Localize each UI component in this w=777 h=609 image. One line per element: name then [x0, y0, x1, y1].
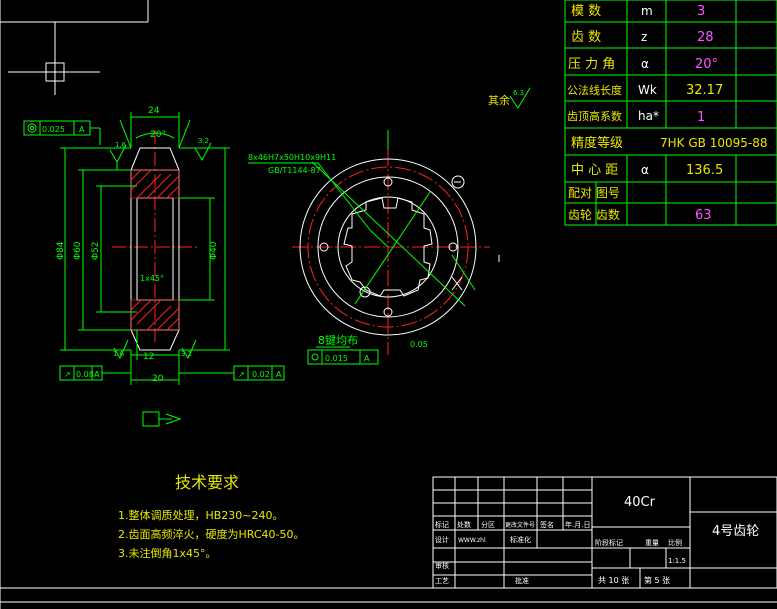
- table-value-module: 3: [697, 4, 705, 19]
- table-symbol-base-tangent: Wk: [638, 83, 657, 97]
- table-label-accuracy: 精度等级: [571, 135, 623, 151]
- crosshair-cursor: [8, 22, 100, 95]
- row-designer-name: WWW.zhl: [458, 537, 486, 544]
- tech-req-item-1: 1.整体调质处理，HB230~240。: [118, 508, 284, 522]
- gear-parameter-table: 模 数 m 3 齿 数 z 28 压 力 角 α 20° 公法线长度 Wk 32…: [564, 0, 777, 226]
- stage-mark-label: 阶段标记: [595, 538, 623, 547]
- table-value-accuracy: 7HK GB 10095-88: [660, 136, 767, 150]
- row-process-label: 工艺: [435, 577, 449, 585]
- pos-tol-ref: A: [364, 354, 370, 363]
- tech-req-item-2: 2.齿面高频淬火，硬度为HRC40-50。: [118, 527, 305, 541]
- sheets-total: 共 10 张: [598, 576, 629, 585]
- tol-runout-value: 0.025: [42, 125, 65, 134]
- table-symbol-center-distance: α: [641, 163, 649, 177]
- table-label-center-distance: 中 心 距: [571, 163, 618, 178]
- table-label-teeth: 齿 数: [571, 30, 601, 45]
- gear-front-view: 8x46H7x50H10x9H11 GB/T1144-87 8键均布 0.015…: [248, 87, 531, 365]
- material-label: 40Cr: [624, 495, 656, 510]
- table-symbol-pressure-angle: α: [641, 57, 649, 71]
- chamfer-label: 1x45°: [140, 274, 164, 283]
- rough-bottom-left-value: 1.6: [113, 350, 125, 358]
- dim-bore-40: Φ40: [209, 241, 219, 260]
- table-symbol-module: m: [641, 4, 653, 18]
- tol-right-value: 0.02: [252, 370, 270, 379]
- title-block: 40Cr 4号齿轮 标记 处数 分区 更改文件号 签名 年.月.日 设计 WWW…: [432, 476, 777, 589]
- scale-label: 比例: [668, 538, 682, 547]
- header-count: 处数: [457, 520, 471, 529]
- tol-right-ref: A: [276, 370, 282, 379]
- table-value-addendum: 1: [697, 110, 705, 125]
- tol-left-symbol: ↗: [64, 370, 71, 379]
- dim-bottom-12: 12: [143, 352, 154, 362]
- technical-requirements: 技术要求 1.整体调质处理，HB230~240。 2.齿面高频淬火，硬度为HRC…: [118, 473, 305, 560]
- row-standardize-label: 标准化: [510, 535, 531, 544]
- pos-tol-value: 0.015: [325, 354, 348, 363]
- scale-value: 1:1.5: [668, 557, 686, 565]
- table-value-base-tangent: 32.17: [686, 83, 723, 98]
- spline-spec: 8x46H7x50H10x9H11: [248, 153, 336, 162]
- table-label-mating-teeth: 齿轮 齿数: [568, 207, 620, 222]
- table-value-center-distance: 136.5: [686, 163, 723, 178]
- drawing-canvas: 模 数 m 3 齿 数 z 28 压 力 角 α 20° 公法线长度 Wk 32…: [0, 0, 777, 609]
- table-label-module: 模 数: [571, 4, 601, 19]
- dim-angle-20: 20°: [150, 130, 166, 140]
- rough-other-value: 6.3: [513, 89, 524, 97]
- tol-right-symbol: ↗: [238, 370, 245, 379]
- tech-req-item-3: 3.未注倒角1x45°。: [118, 546, 217, 560]
- row-approve-label: 批准: [515, 576, 529, 585]
- dim-diameter-84: Φ84: [56, 241, 66, 260]
- table-symbol-addendum: ha*: [638, 109, 659, 123]
- dim-bottom-20: 20: [152, 374, 164, 384]
- weight-label: 重量: [645, 539, 659, 547]
- table-label-pressure-angle: 压 力 角: [568, 57, 615, 72]
- rough-top-value: 3.2: [198, 137, 209, 145]
- header-mark: 标记: [435, 520, 449, 529]
- dim-tol-value: 0.05: [410, 340, 428, 349]
- rough-other-label: 其余: [488, 93, 510, 107]
- table-value-teeth: 28: [697, 30, 714, 45]
- table-value-pressure-angle: 20°: [695, 57, 718, 72]
- table-label-mating-drawing: 配对 图号: [568, 186, 620, 200]
- tol-left-value: 0.08: [76, 370, 94, 379]
- table-symbol-teeth: z: [641, 30, 647, 44]
- tech-req-title: 技术要求: [175, 473, 239, 492]
- part-name: 4号齿轮: [712, 524, 759, 539]
- header-date: 年.月.日: [565, 520, 590, 529]
- keys-evenly-label: 8键均布: [318, 333, 358, 347]
- table-label-base-tangent: 公法线长度: [567, 83, 622, 97]
- rough-bottom-right-value: 3.2: [181, 350, 192, 358]
- header-change-doc: 更改文件号: [505, 521, 535, 529]
- header-signature: 签名: [540, 520, 554, 529]
- dim-diameter-60: Φ60: [73, 241, 83, 260]
- header-zone: 分区: [481, 520, 495, 529]
- spline-standard: GB/T1144-87: [268, 166, 321, 175]
- gear-section-view: 24 20° Φ84 Φ60 Φ52 Φ40 1x45° 12 20 0.025…: [23, 106, 285, 427]
- dim-diameter-52: Φ52: [91, 241, 101, 260]
- tol-runout-ref: A: [79, 125, 85, 134]
- row-designer-label: 设计: [435, 535, 449, 544]
- row-review-label: 审核: [435, 561, 449, 570]
- dim-width-24: 24: [148, 106, 160, 116]
- tol-left-ref: A: [94, 370, 100, 379]
- table-value-mating-teeth: 63: [695, 208, 712, 223]
- sheet-number: 第 5 张: [644, 575, 670, 585]
- table-label-addendum: 齿顶高系数: [567, 109, 622, 123]
